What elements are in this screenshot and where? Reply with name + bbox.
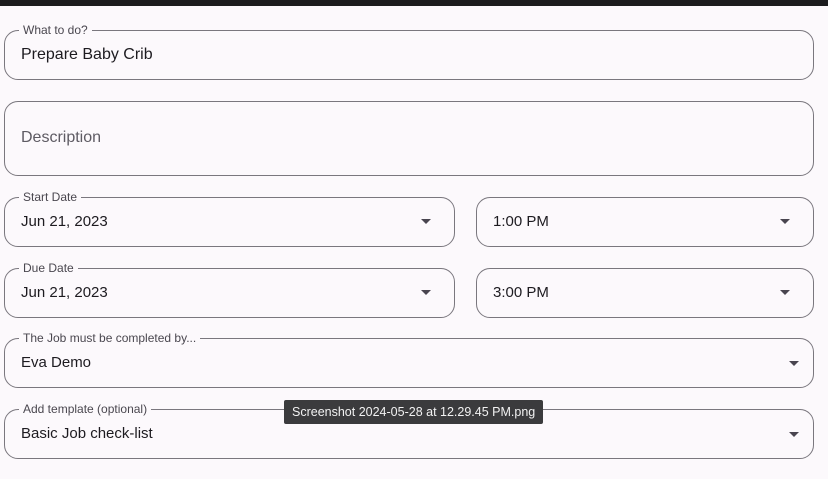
assignee-dropdown[interactable]: The Job must be completed by... Eva Demo (4, 330, 814, 388)
start-time-dropdown[interactable]: 1:00 PM (476, 197, 814, 247)
description-field[interactable]: Description (4, 101, 814, 176)
template-label: Add template (optional) (19, 401, 152, 417)
arrow-drop-down-icon (421, 290, 431, 295)
template-value: Basic Job check-list (21, 425, 153, 442)
due-date-label: Due Date (19, 260, 78, 276)
due-date-value: Jun 21, 2023 (21, 284, 108, 301)
title-field-label: What to do? (19, 22, 92, 38)
assignee-value: Eva Demo (21, 354, 92, 371)
start-date-label: Start Date (19, 189, 82, 205)
due-date-dropdown[interactable]: Due Date Jun 21, 2023 (4, 260, 455, 318)
start-date-dropdown[interactable]: Start Date Jun 21, 2023 (4, 189, 455, 247)
arrow-drop-down-icon (789, 361, 799, 366)
file-tooltip: Screenshot 2024-05-28 at 12.29.45 PM.png (284, 400, 544, 424)
arrow-drop-down-icon (780, 290, 790, 295)
start-date-value: Jun 21, 2023 (21, 213, 108, 230)
arrow-drop-down-icon (789, 432, 799, 437)
arrow-drop-down-icon (780, 219, 790, 224)
start-time-value: 1:00 PM (493, 213, 549, 230)
assignee-label: The Job must be completed by... (19, 330, 201, 346)
title-field-value: Prepare Baby Crib (21, 46, 153, 63)
due-time-dropdown[interactable]: 3:00 PM (476, 268, 814, 318)
title-field[interactable]: What to do? Prepare Baby Crib (4, 22, 814, 80)
arrow-drop-down-icon (421, 219, 431, 224)
due-time-value: 3:00 PM (493, 284, 549, 301)
description-placeholder: Description (21, 129, 102, 146)
